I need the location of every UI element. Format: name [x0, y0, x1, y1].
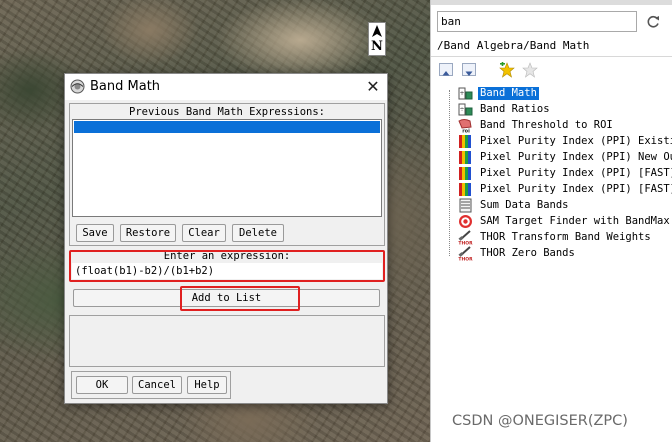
target-icon — [459, 215, 472, 228]
save-button[interactable]: Save — [76, 224, 114, 242]
expression-highlight-box — [69, 250, 385, 282]
previous-expressions-label: Previous Band Math Expressions: — [129, 106, 325, 118]
panel-divider — [431, 56, 672, 57]
add-favorite-icon[interactable] — [499, 62, 515, 78]
thor-icon: THOR — [458, 230, 473, 245]
ppi-icon — [459, 135, 471, 148]
restore-button[interactable]: Restore — [120, 224, 176, 242]
refresh-icon[interactable] — [645, 14, 661, 30]
ppi-icon — [459, 151, 471, 164]
cancel-button[interactable]: Cancel — [132, 376, 182, 394]
roi-icon: roi — [458, 119, 472, 134]
north-arrow: N — [368, 22, 386, 56]
dialog-title: Band Math — [90, 79, 161, 94]
clear-button[interactable]: Clear — [182, 224, 226, 242]
previous-expressions-list[interactable] — [72, 119, 382, 217]
svg-text:+: + — [459, 90, 464, 97]
empty-group — [69, 315, 385, 367]
north-label: N — [371, 39, 383, 54]
expand-down-button[interactable] — [462, 63, 476, 76]
stack-icon — [459, 198, 472, 213]
ok-button[interactable]: OK — [76, 376, 128, 394]
svg-text:÷: ÷ — [459, 106, 464, 113]
ppi-icon — [459, 167, 471, 180]
band-math-icon: ÷ — [458, 103, 473, 116]
toolbox-path: /Band Algebra/Band Math — [437, 39, 590, 52]
toolbox-search-input[interactable]: ban — [437, 11, 637, 32]
svg-text:THOR: THOR — [458, 241, 473, 246]
svg-text:THOR: THOR — [458, 257, 473, 262]
ppi-icon — [459, 183, 471, 196]
panel-header-strip — [431, 0, 672, 5]
tree-guide-line — [449, 90, 450, 256]
band-math-dialog: Band Math ✕ Previous Band Math Expressio… — [64, 73, 388, 404]
svg-text:roi: roi — [462, 129, 470, 134]
csdn-watermark: CSDN @ONEGISER(ZPC) — [452, 413, 628, 429]
help-button[interactable]: Help — [187, 376, 227, 394]
collapse-up-button[interactable] — [439, 63, 453, 76]
delete-button[interactable]: Delete — [232, 224, 284, 242]
toolbox-panel: ban /Band Algebra/Band Math + Band Math … — [430, 0, 672, 442]
envi-logo-icon — [70, 79, 85, 94]
close-button[interactable]: ✕ — [359, 74, 387, 100]
chevron-up-icon — [442, 71, 450, 76]
add-to-list-highlight-box — [180, 286, 300, 311]
dialog-titlebar[interactable]: Band Math ✕ — [65, 74, 387, 100]
chevron-down-icon — [465, 71, 473, 76]
thor-icon: THOR — [458, 246, 473, 261]
remove-favorite-icon[interactable] — [522, 62, 538, 78]
list-selected-row[interactable] — [74, 121, 380, 133]
band-math-icon: + — [458, 87, 473, 100]
